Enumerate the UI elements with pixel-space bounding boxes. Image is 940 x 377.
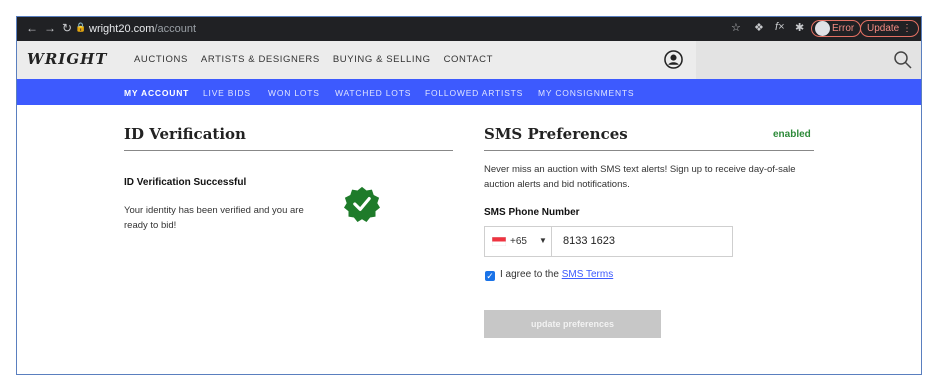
address-bar[interactable]: wright20.com/account: [89, 23, 196, 35]
browser-window: ← → ↻ 🔒 wright20.com/account ☆ ❖ f× ✱ Er…: [16, 16, 922, 375]
verified-check-icon: [344, 186, 380, 222]
site-header: WRIGHT AUCTIONS ARTISTS & DESIGNERS BUYI…: [17, 41, 921, 79]
error-pill[interactable]: Error: [811, 20, 862, 37]
url-path: /account: [154, 23, 197, 35]
back-icon[interactable]: ←: [26, 21, 38, 35]
menu-item-contact[interactable]: CONTACT: [444, 54, 493, 65]
update-label: Update: [867, 23, 900, 34]
sms-terms-link[interactable]: SMS Terms: [562, 269, 614, 280]
search-area[interactable]: [696, 41, 921, 79]
subnav-my-consignments[interactable]: MY CONSIGNMENTS: [538, 88, 634, 98]
sms-terms-agreement: I agree to the SMS Terms: [500, 269, 613, 280]
main-menu: AUCTIONS ARTISTS & DESIGNERS BUYING & SE…: [134, 54, 506, 65]
agree-text: I agree to the: [500, 269, 559, 280]
menu-item-auctions[interactable]: AUCTIONS: [134, 54, 188, 65]
error-label: Error: [832, 23, 855, 34]
id-verification-message-1: Your identity has been verified and you …: [124, 205, 304, 216]
sms-status-badge: enabled: [773, 129, 811, 140]
lock-icon: 🔒: [75, 22, 87, 32]
reload-icon[interactable]: ↻: [62, 21, 72, 35]
menu-item-buying-selling[interactable]: BUYING & SELLING: [333, 54, 431, 65]
account-subnav: MY ACCOUNT LIVE BIDS WON LOTS WATCHED LO…: [17, 79, 921, 105]
chevron-down-icon: ▼: [539, 236, 547, 245]
subnav-won-lots[interactable]: WON LOTS: [268, 88, 320, 98]
menu-item-artists-designers[interactable]: ARTISTS & DESIGNERS: [201, 54, 320, 65]
sms-terms-checkbox[interactable]: ✓: [485, 271, 495, 281]
id-verification-divider: [124, 150, 453, 151]
subnav-my-account[interactable]: MY ACCOUNT: [124, 88, 189, 98]
subnav-followed-artists[interactable]: FOLLOWED ARTISTS: [425, 88, 523, 98]
subnav-watched-lots[interactable]: WATCHED LOTS: [335, 88, 411, 98]
puzzle-icon[interactable]: ✱: [795, 21, 804, 34]
subnav-live-bids[interactable]: LIVE BIDS: [203, 88, 251, 98]
fx-extension-icon[interactable]: f×: [775, 21, 784, 33]
id-verification-title: ID Verification: [124, 125, 246, 143]
sms-description-1: Never miss an auction with SMS text aler…: [484, 164, 796, 175]
phone-number-input[interactable]: 8133 1623: [563, 235, 615, 247]
sms-phone-label: SMS Phone Number: [484, 207, 580, 218]
forward-icon[interactable]: →: [44, 21, 56, 35]
user-account-icon[interactable]: [664, 50, 683, 69]
update-pill[interactable]: Update ⋮: [860, 20, 920, 37]
bookmark-star-icon[interactable]: ☆: [731, 21, 741, 34]
id-verification-message-2: ready to bid!: [124, 220, 177, 231]
singapore-flag-icon: [492, 237, 506, 246]
country-code-value: +65: [510, 236, 527, 247]
update-preferences-button[interactable]: update preferences: [484, 310, 661, 338]
sms-preferences-title: SMS Preferences: [484, 125, 628, 143]
site-logo[interactable]: WRIGHT: [27, 50, 107, 68]
url-host: wright20.com: [89, 23, 155, 35]
extension-icon[interactable]: ❖: [754, 21, 764, 34]
search-icon[interactable]: [893, 50, 913, 70]
sms-preferences-divider: [484, 150, 814, 151]
phone-input-group: +65 ▼ 8133 1623: [484, 226, 733, 257]
sms-description-2: auction alerts and bid notifications.: [484, 179, 630, 190]
browser-toolbar: ← → ↻ 🔒 wright20.com/account ☆ ❖ f× ✱ Er…: [17, 17, 921, 41]
id-verification-status: ID Verification Successful: [124, 177, 247, 188]
country-code-select[interactable]: +65 ▼: [485, 227, 552, 256]
